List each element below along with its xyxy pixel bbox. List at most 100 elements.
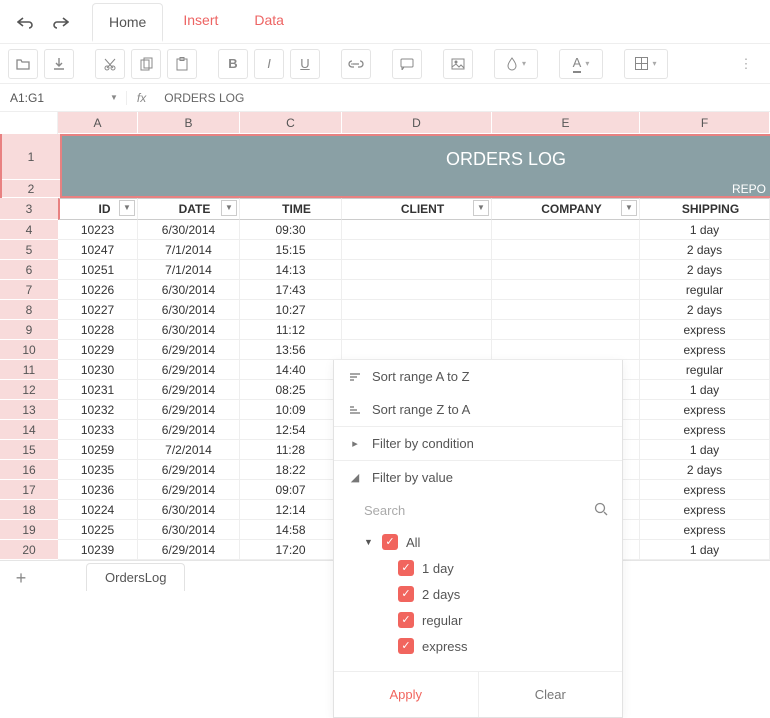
cell-id[interactable]: 10251 — [58, 260, 138, 280]
sort-az-item[interactable]: Sort range A to Z — [334, 360, 622, 393]
cell-company[interactable] — [492, 260, 640, 280]
filter-clear-button[interactable]: Clear — [479, 672, 623, 717]
cell-id[interactable]: 10236 — [58, 480, 138, 500]
cell-id[interactable]: 10259 — [58, 440, 138, 460]
header-cell-shipping[interactable]: SHIPPING — [640, 198, 770, 220]
cell-company[interactable] — [492, 220, 640, 240]
cell-date[interactable]: 6/29/2014 — [138, 420, 240, 440]
filter-button-client[interactable]: ▼ — [473, 200, 489, 216]
cell-time[interactable]: 10:27 — [240, 300, 342, 320]
cell-date[interactable]: 6/29/2014 — [138, 340, 240, 360]
row-header[interactable]: 14 — [0, 420, 58, 440]
filter-value-item[interactable]: ◢ Filter by value — [334, 461, 622, 494]
cell-date[interactable]: 6/30/2014 — [138, 300, 240, 320]
paste-button[interactable] — [167, 49, 197, 79]
cell-id[interactable]: 10227 — [58, 300, 138, 320]
cell-company[interactable] — [492, 280, 640, 300]
cell-company[interactable] — [492, 240, 640, 260]
cell-date[interactable]: 6/29/2014 — [138, 400, 240, 420]
cell-time[interactable]: 10:09 — [240, 400, 342, 420]
cell-date[interactable]: 6/30/2014 — [138, 280, 240, 300]
checkbox-option-2[interactable]: ✓ — [398, 612, 414, 628]
filter-button-id[interactable]: ▼ — [119, 200, 135, 216]
cell-ref-box[interactable]: A1:G1 — [0, 91, 110, 105]
cell-id[interactable]: 10225 — [58, 520, 138, 540]
cell-time[interactable]: 09:07 — [240, 480, 342, 500]
cell-shipping[interactable]: express — [640, 520, 770, 540]
cell-id[interactable]: 10226 — [58, 280, 138, 300]
borders-button[interactable]: ▾ — [624, 49, 668, 79]
row-header[interactable]: 5 — [0, 240, 58, 260]
cell-shipping[interactable]: express — [640, 500, 770, 520]
sheet-tab-orderslog[interactable]: OrdersLog — [86, 563, 185, 591]
redo-button[interactable] — [46, 7, 76, 37]
cell-time[interactable]: 14:58 — [240, 520, 342, 540]
cell-client[interactable] — [342, 220, 492, 240]
column-header-D[interactable]: D — [342, 112, 492, 134]
header-cell-id[interactable]: ID ▼ — [58, 198, 138, 220]
row-header[interactable]: 8 — [0, 300, 58, 320]
checkbox-option-1[interactable]: ✓ — [398, 586, 414, 602]
cell-date[interactable]: 7/2/2014 — [138, 440, 240, 460]
filter-option-3[interactable]: ✓ express — [364, 633, 608, 659]
undo-button[interactable] — [10, 7, 40, 37]
cell-client[interactable] — [342, 340, 492, 360]
cell-time[interactable]: 14:13 — [240, 260, 342, 280]
cell-company[interactable] — [492, 300, 640, 320]
cell-id[interactable]: 10228 — [58, 320, 138, 340]
cell-shipping[interactable]: 2 days — [640, 240, 770, 260]
header-cell-client[interactable]: CLIENT ▼ — [342, 198, 492, 220]
filter-option-1[interactable]: ✓ 2 days — [364, 581, 608, 607]
bold-button[interactable]: B — [218, 49, 248, 79]
cell-client[interactable] — [342, 260, 492, 280]
header-cell-time[interactable]: TIME — [240, 198, 342, 220]
filter-button-company[interactable]: ▼ — [621, 200, 637, 216]
cell-id[interactable]: 10233 — [58, 420, 138, 440]
row-header[interactable]: 12 — [0, 380, 58, 400]
tab-home[interactable]: Home — [92, 3, 163, 42]
row-header[interactable]: 9 — [0, 320, 58, 340]
row-header[interactable]: 10 — [0, 340, 58, 360]
cell-shipping[interactable]: 2 days — [640, 460, 770, 480]
cell-shipping[interactable]: 1 day — [640, 380, 770, 400]
cell-shipping[interactable]: 2 days — [640, 260, 770, 280]
cell-id[interactable]: 10230 — [58, 360, 138, 380]
sort-za-item[interactable]: Sort range Z to A — [334, 393, 622, 427]
cell-client[interactable] — [342, 280, 492, 300]
formula-value[interactable]: ORDERS LOG — [156, 91, 770, 105]
cell-company[interactable] — [492, 340, 640, 360]
cell-shipping[interactable]: express — [640, 480, 770, 500]
cell-id[interactable]: 10232 — [58, 400, 138, 420]
row-header[interactable]: 4 — [0, 220, 58, 240]
row-header[interactable]: 19 — [0, 520, 58, 540]
cell-date[interactable]: 6/29/2014 — [138, 380, 240, 400]
cell-time[interactable]: 11:12 — [240, 320, 342, 340]
subtitle-cell[interactable]: REPO — [60, 180, 770, 198]
row-header-1[interactable]: 1 — [2, 134, 60, 180]
row-header[interactable]: 16 — [0, 460, 58, 480]
row-header[interactable]: 15 — [0, 440, 58, 460]
cell-time[interactable]: 14:40 — [240, 360, 342, 380]
column-header-E[interactable]: E — [492, 112, 640, 134]
cell-time[interactable]: 17:43 — [240, 280, 342, 300]
cell-shipping[interactable]: express — [640, 320, 770, 340]
text-color-button[interactable]: A▾ — [559, 49, 603, 79]
tab-insert[interactable]: Insert — [167, 2, 234, 41]
italic-button[interactable]: I — [254, 49, 284, 79]
cell-time[interactable]: 17:20 — [240, 540, 342, 560]
cell-date[interactable]: 7/1/2014 — [138, 260, 240, 280]
cell-date[interactable]: 6/30/2014 — [138, 320, 240, 340]
cell-time[interactable]: 18:22 — [240, 460, 342, 480]
cell-date[interactable]: 6/30/2014 — [138, 220, 240, 240]
cell-date[interactable]: 6/29/2014 — [138, 480, 240, 500]
cell-shipping[interactable]: express — [640, 340, 770, 360]
row-header-3[interactable]: 3 — [0, 198, 58, 220]
tab-data[interactable]: Data — [238, 2, 300, 41]
download-button[interactable] — [44, 49, 74, 79]
cell-client[interactable] — [342, 320, 492, 340]
more-button[interactable]: ⋮ — [732, 49, 762, 79]
copy-button[interactable] — [131, 49, 161, 79]
cell-shipping[interactable]: express — [640, 400, 770, 420]
cell-client[interactable] — [342, 300, 492, 320]
column-header-F[interactable]: F — [640, 112, 770, 134]
